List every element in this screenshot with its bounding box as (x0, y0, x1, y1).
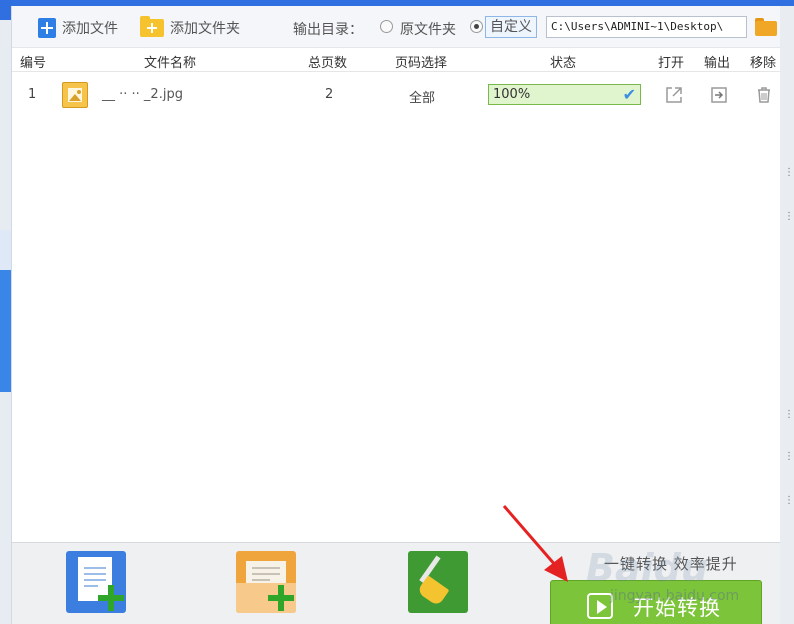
left-strip-segment (0, 230, 11, 270)
check-icon: ✔ (622, 85, 636, 104)
row-pages: 2 (325, 87, 334, 102)
add-file-button[interactable]: 添加文件 (38, 16, 118, 40)
toolbar: 添加文件 添加文件夹 输出目录： 原文件夹 自定义 C:\Users\ADMIN… (12, 6, 780, 48)
col-pages: 总页数 (308, 56, 348, 71)
right-strip-dots: ⋮ (784, 409, 794, 420)
col-index: 编号 (20, 56, 47, 71)
add-folder-button[interactable]: 添加文件夹 (140, 16, 240, 40)
radio-original-folder[interactable] (380, 20, 393, 33)
add-folder-icon (140, 16, 164, 37)
radio-custom-label[interactable]: 自定义 (485, 16, 537, 38)
row-index: 1 (28, 87, 37, 102)
plus-icon (98, 585, 124, 611)
col-remove: 移除 (750, 56, 777, 71)
left-strip-segment (0, 312, 11, 352)
right-strip-dots: ⋮ (784, 211, 794, 222)
col-page-selection: 页码选择 (395, 56, 448, 71)
col-status: 状态 (550, 56, 577, 71)
left-strip-accent (0, 6, 11, 20)
baidu-watermark: Baidu (586, 546, 708, 590)
add-folder-big-button[interactable] (236, 551, 296, 613)
red-annotation-arrow (502, 505, 568, 582)
row-filename: __ ·· ·· _2.jpg (102, 87, 183, 102)
col-output: 输出 (704, 56, 731, 71)
row-progress-bar: 100% ✔ (488, 84, 641, 105)
table-header: 编号 文件名称 总页数 页码选择 状态 打开 输出 移除 (12, 48, 780, 72)
trash-icon[interactable] (754, 85, 774, 105)
open-external-icon[interactable] (664, 85, 684, 105)
col-filename: 文件名称 (144, 56, 197, 71)
left-strip-segment (0, 352, 11, 392)
browse-folder-button[interactable] (755, 18, 777, 36)
col-open: 打开 (658, 56, 685, 71)
right-strip-dots: ⋮ (784, 451, 794, 462)
plus-icon (268, 585, 294, 611)
right-panel-strip: ⋮ ⋮ ⋮ ⋮ ⋮ (780, 6, 794, 624)
radio-original-folder-label[interactable]: 原文件夹 (400, 19, 456, 39)
row-page-selection[interactable]: 全部 (409, 87, 435, 106)
output-dir-label: 输出目录： (293, 22, 363, 38)
output-icon[interactable] (709, 85, 729, 105)
right-strip-dots: ⋮ (784, 167, 794, 178)
add-file-icon (38, 18, 56, 38)
baidu-watermark-url: jingyan.baidu.com (610, 588, 740, 604)
image-file-icon (62, 82, 88, 108)
add-file-label: 添加文件 (62, 21, 118, 37)
add-file-big-button[interactable] (66, 551, 126, 613)
right-strip-dots: ⋮ (784, 495, 794, 506)
add-folder-label: 添加文件夹 (170, 21, 240, 37)
output-path-input[interactable]: C:\Users\ADMINI~1\Desktop\ (546, 16, 747, 38)
radio-custom[interactable] (470, 20, 483, 33)
table-row[interactable]: 1 __ ·· ·· _2.jpg 2 全部 100% ✔ (12, 74, 780, 116)
row-status-text: 100% (493, 87, 531, 102)
left-strip-segment (0, 270, 11, 312)
clear-list-button[interactable] (408, 551, 468, 613)
left-panel-strip (0, 6, 12, 624)
